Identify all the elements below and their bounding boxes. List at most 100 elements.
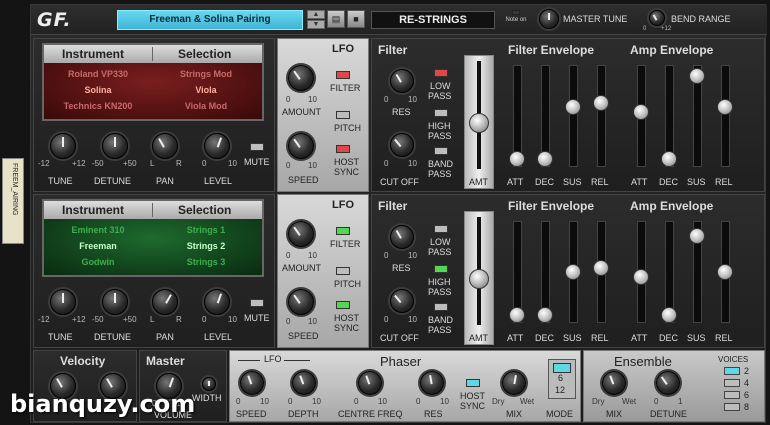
- layer2-selection-item[interactable]: Strings 3: [156, 257, 256, 267]
- phaser-mode-6[interactable]: 6: [558, 373, 563, 383]
- velocity-title: Velocity: [60, 354, 106, 368]
- layer2-pan-knob[interactable]: [152, 289, 178, 315]
- layer1-detune-knob[interactable]: [102, 133, 128, 159]
- layer1-filter-res-label: RES: [392, 107, 411, 117]
- phaser-speed-min: 0: [236, 397, 241, 406]
- voices-title: VOICES: [718, 355, 749, 364]
- voices-2-button[interactable]: [724, 367, 740, 375]
- ensemble-detune-knob[interactable]: [656, 371, 680, 395]
- layer1-instrument-selected[interactable]: Solina: [48, 85, 148, 95]
- high-pass-label-2: PASS: [428, 131, 452, 141]
- ensemble-dry-label: Dry: [592, 397, 605, 406]
- layer2-amp-env-sus-fader[interactable]: [689, 228, 705, 244]
- layer1-band-pass-toggle[interactable]: [434, 147, 448, 155]
- phaser-res-knob[interactable]: [420, 371, 444, 395]
- layer1-instrument-item[interactable]: Technics KN200: [48, 101, 148, 111]
- layer1-amt-fader[interactable]: [469, 113, 489, 133]
- layer2-mute-button[interactable]: [250, 299, 264, 307]
- layer1-filter-env-rel-fader[interactable]: [593, 94, 609, 111]
- save-patch-button[interactable]: ■: [347, 10, 365, 28]
- layer2-instrument-selected[interactable]: Freeman: [48, 241, 148, 251]
- patch-prev-button[interactable]: ▲: [307, 10, 325, 19]
- layer2-level-knob[interactable]: [204, 289, 230, 315]
- phaser-centre-freq-knob[interactable]: [358, 371, 382, 395]
- layer1-tune-knob[interactable]: [50, 133, 76, 159]
- patch-next-button[interactable]: ▼: [307, 20, 325, 29]
- layer2-source-section: Instrument Selection Eminent 310 Freeman…: [33, 194, 275, 348]
- layer1-amp-env-att-fader[interactable]: [633, 103, 649, 120]
- ensemble-title: Ensemble: [614, 354, 672, 369]
- phaser-host-sync-toggle[interactable]: [466, 379, 480, 387]
- bend-range-knob[interactable]: [649, 10, 665, 26]
- pan-min-label: L: [150, 159, 155, 168]
- layer2-amp-env-title: Amp Envelope: [630, 199, 714, 213]
- layer2-filter-env-rel-fader[interactable]: [593, 259, 609, 276]
- note-on-label: Note on: [505, 17, 527, 23]
- voices-6-button[interactable]: [724, 391, 740, 399]
- layer1-level-knob[interactable]: [204, 133, 230, 159]
- voices-8-button[interactable]: [724, 403, 740, 411]
- layer1-lfo-pitch-toggle[interactable]: [336, 111, 350, 119]
- layer1-filter-env-att-fader[interactable]: [509, 151, 525, 168]
- layer1-amp-env-dec-label: DEC: [659, 177, 679, 187]
- layer1-filter-env-att-label: ATT: [507, 177, 524, 187]
- layer2-filter-env-sus-fader[interactable]: [565, 264, 581, 280]
- master-tune-knob[interactable]: [539, 9, 559, 29]
- layer2-selection-item[interactable]: Strings 1: [156, 225, 256, 235]
- ensemble-mix-knob[interactable]: [602, 371, 626, 395]
- layer2-lfo-filter-toggle[interactable]: [336, 227, 350, 235]
- layer2-instrument-item[interactable]: Eminent 310: [48, 225, 148, 235]
- layer2-filter-res-knob[interactable]: [390, 225, 414, 249]
- layer2-lfo-speed-knob[interactable]: [288, 289, 314, 315]
- master-width-knob[interactable]: [202, 377, 216, 391]
- layer2-instrument-item[interactable]: Godwin: [48, 257, 148, 267]
- voices-4-button[interactable]: [724, 379, 740, 387]
- layer1-selection-item[interactable]: Viola Mod: [156, 101, 256, 111]
- phaser-depth-knob[interactable]: [292, 371, 316, 395]
- layer1-high-pass-toggle[interactable]: [434, 109, 448, 117]
- phaser-speed-knob[interactable]: [240, 371, 264, 395]
- layer2-selection-selected[interactable]: Strings 2: [156, 241, 256, 251]
- layer1-filter-res-knob[interactable]: [390, 69, 414, 93]
- layer2-tune-knob[interactable]: [50, 289, 76, 315]
- layer1-selection-selected[interactable]: Viola: [156, 85, 256, 95]
- layer1-low-pass-toggle[interactable]: [434, 69, 448, 77]
- layer1-mute-button[interactable]: [250, 143, 264, 151]
- browse-patch-button[interactable]: ▤: [327, 10, 345, 28]
- layer2-filter-cutoff-knob[interactable]: [390, 289, 414, 313]
- layer2-filter-section: Filter 0 10 RES 0 10 CUT OFF LOW PASS HI…: [371, 194, 765, 348]
- layer2-band-pass-toggle[interactable]: [434, 303, 448, 311]
- layer1-lfo-filter-toggle[interactable]: [336, 71, 350, 79]
- layer2-high-pass-toggle[interactable]: [434, 265, 448, 273]
- layer2-filter-env-dec-fader[interactable]: [537, 307, 553, 324]
- layer1-filter-cutoff-knob[interactable]: [390, 133, 414, 157]
- layer2-amp-env-att-fader[interactable]: [633, 268, 649, 285]
- layer1-amp-env-sus-fader[interactable]: [689, 67, 705, 84]
- phaser-mode-indicator: [553, 363, 571, 373]
- layer1-instrument-item[interactable]: Roland VP330: [48, 69, 148, 79]
- layer1-lfo-speed-knob[interactable]: [288, 133, 314, 159]
- layer2-detune-knob[interactable]: [102, 289, 128, 315]
- layer1-amp-env-rel-fader[interactable]: [717, 99, 733, 115]
- phaser-dry-label: Dry: [492, 397, 505, 406]
- layer2-lfo-amount-knob[interactable]: [288, 221, 314, 247]
- patch-name-display[interactable]: Freeman & Solina Pairing: [117, 10, 303, 30]
- layer2-amp-env-rel-fader[interactable]: [717, 264, 733, 280]
- layer1-lfo-amount-knob[interactable]: [288, 65, 314, 91]
- detune-max-label: +50: [123, 159, 137, 168]
- layer1-selection-item[interactable]: Strings Mod: [156, 69, 256, 79]
- layer2-lfo-pitch-toggle[interactable]: [336, 267, 350, 275]
- layer2-amt-fader[interactable]: [469, 269, 489, 289]
- phaser-mode-12[interactable]: 12: [555, 385, 565, 395]
- layer2-amp-env-dec-fader[interactable]: [661, 307, 677, 324]
- layer2-low-pass-toggle[interactable]: [434, 225, 448, 233]
- cutoff-max-label: 10: [408, 159, 417, 168]
- layer1-filter-env-dec-fader[interactable]: [537, 151, 553, 168]
- layer1-filter-env-sus-fader[interactable]: [565, 99, 581, 115]
- layer1-pan-knob[interactable]: [152, 133, 178, 159]
- layer1-amp-env-dec-fader[interactable]: [661, 151, 677, 168]
- layer1-lfo-host-sync-toggle[interactable]: [336, 145, 350, 153]
- phaser-mix-knob[interactable]: [502, 371, 526, 395]
- layer2-filter-env-att-fader[interactable]: [509, 307, 525, 324]
- layer2-lfo-host-sync-toggle[interactable]: [336, 301, 350, 309]
